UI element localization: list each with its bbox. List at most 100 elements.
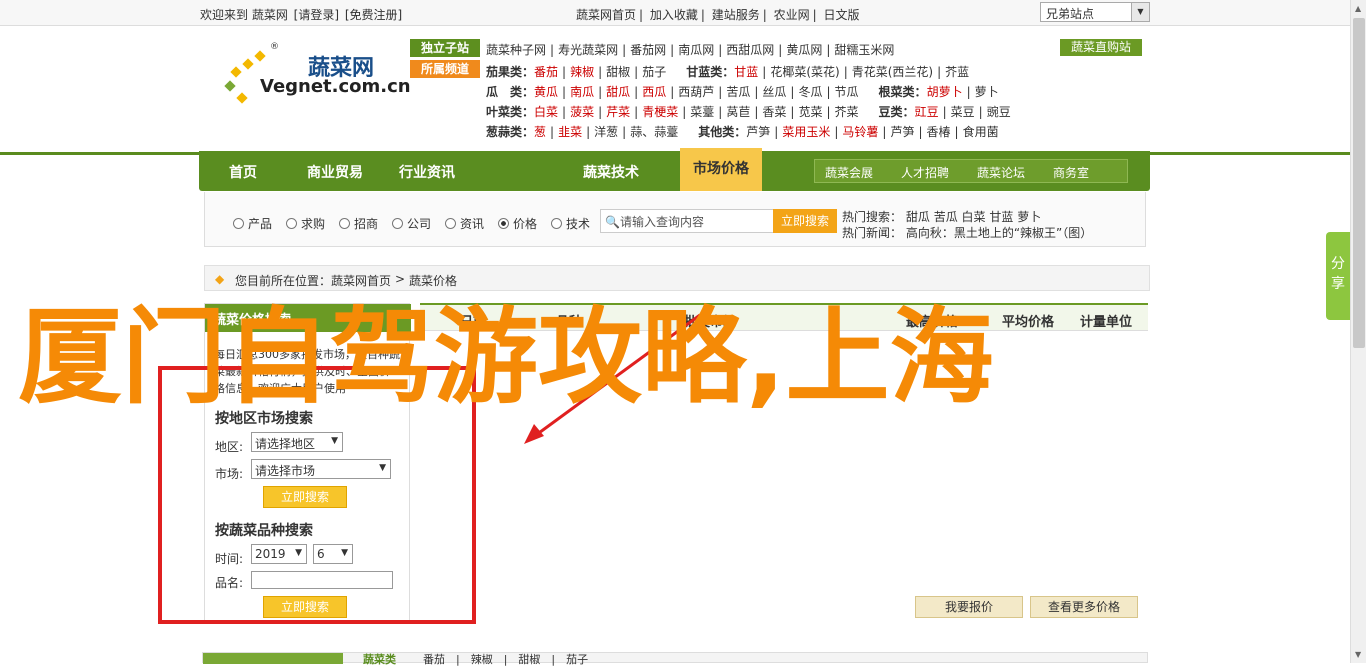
subnav-expo[interactable]: 蔬菜会展: [825, 164, 873, 181]
category-item[interactable]: 丝瓜: [762, 85, 786, 99]
scrollbar-thumb[interactable]: [1353, 18, 1365, 348]
category-item[interactable]: 马铃薯: [842, 125, 878, 139]
category-item[interactable]: 菜薹: [690, 105, 714, 119]
category-item[interactable]: 菠菜: [570, 105, 594, 119]
category-item[interactable]: 青花菜(西兰花): [852, 65, 933, 79]
category-item[interactable]: 豌豆: [987, 105, 1011, 119]
sibling-sites-select[interactable]: 兄弟站点 ▼: [1040, 2, 1150, 22]
share-tab[interactable]: 分享: [1326, 232, 1350, 320]
separator: |: [954, 125, 959, 139]
separator: |: [882, 125, 887, 139]
sub-site-link[interactable]: 寿光蔬菜网: [558, 43, 618, 57]
nav-news[interactable]: 行业资讯: [399, 162, 455, 182]
subnav-jobs[interactable]: 人才招聘: [901, 164, 949, 181]
category-item[interactable]: 莴苣: [726, 105, 750, 119]
search-input[interactable]: 🔍请输入查询内容: [600, 209, 774, 233]
category-item[interactable]: 香菜: [762, 105, 786, 119]
separator: |: [826, 85, 831, 99]
nav-trade[interactable]: 商业贸易: [307, 162, 363, 182]
category-item[interactable]: 南瓜: [570, 85, 594, 99]
search-placeholder: 请输入查询内容: [619, 215, 704, 229]
more-prices-button[interactable]: 查看更多价格: [1030, 596, 1138, 618]
category-item[interactable]: 菜用玉米: [782, 125, 830, 139]
category-item[interactable]: 花椰菜(菜花): [770, 65, 839, 79]
category-item[interactable]: 番茄: [534, 65, 558, 79]
top-link-build[interactable]: 建站服务: [712, 8, 760, 22]
sub-site-link[interactable]: 黄瓜网: [786, 43, 822, 57]
hot-search-item[interactable]: 白菜: [962, 210, 986, 224]
hot-news-link[interactable]: 高向秋：黑土地上的“辣椒王”（图）: [906, 226, 1092, 240]
subnav-office[interactable]: 商务室: [1053, 164, 1089, 181]
category-item[interactable]: 苦瓜: [726, 85, 750, 99]
sub-site-link[interactable]: 番茄网: [630, 43, 666, 57]
radio-tech[interactable]: 技术: [551, 215, 590, 232]
search-button[interactable]: 立即搜索: [773, 209, 837, 233]
category-item[interactable]: 苋菜: [798, 105, 822, 119]
radio-price[interactable]: 价格: [498, 215, 537, 232]
category-item[interactable]: 甜瓜: [606, 85, 630, 99]
tag-channels: 所属频道: [410, 60, 480, 78]
hot-search-item[interactable]: 甘蓝: [989, 210, 1013, 224]
category-label: 其他类：: [698, 125, 747, 139]
direct-buy-button[interactable]: 蔬菜直购站: [1060, 39, 1142, 56]
category-item[interactable]: 萝卜: [975, 85, 999, 99]
sub-site-link[interactable]: 西甜瓜网: [726, 43, 774, 57]
category-item[interactable]: 芦笋: [746, 125, 770, 139]
top-link-agri[interactable]: 农业网: [774, 8, 810, 22]
category-item[interactable]: 香椿: [927, 125, 951, 139]
page-scrollbar[interactable]: ▲ ▼: [1350, 0, 1366, 663]
category-row-alliums: 葱蒜类：葱 | 韭菜 | 洋葱 | 蒜、蒜薹 其他类：芦笋 | 菜用玉米 | 马铃薯 | 芦笋 | 香椿 | 食…: [486, 123, 1003, 140]
category-item[interactable]: 葱: [534, 125, 546, 139]
nav-tech[interactable]: 蔬菜技术: [583, 162, 639, 182]
category-item[interactable]: 芦笋: [890, 125, 914, 139]
top-link-favorite[interactable]: 加入收藏: [650, 8, 698, 22]
sub-site-link[interactable]: 甜糯玉米网: [834, 43, 894, 57]
category-item[interactable]: 芥蓝: [945, 65, 969, 79]
category-item[interactable]: 甜椒: [606, 65, 630, 79]
category-item[interactable]: 茄子: [642, 65, 666, 79]
quote-button[interactable]: 我要报价: [915, 596, 1023, 618]
category-item[interactable]: 甘蓝: [734, 65, 758, 79]
category-item[interactable]: 芥菜: [835, 105, 859, 119]
category-item[interactable]: 西葫芦: [678, 85, 714, 99]
radio-invest[interactable]: 招商: [339, 215, 378, 232]
bottom-bar-items[interactable]: 番茄 | 辣椒 | 甜椒 | 茄子: [423, 651, 588, 667]
category-item[interactable]: 辣椒: [570, 65, 594, 79]
site-logo[interactable]: ® 蔬菜网 Vegnet.com.cn: [212, 38, 411, 120]
hot-search-item[interactable]: 甜瓜: [906, 210, 930, 224]
top-link-home[interactable]: 蔬菜网首页: [576, 8, 636, 22]
category-item[interactable]: 冬瓜: [798, 85, 822, 99]
category-item[interactable]: 胡萝卜: [927, 85, 963, 99]
scroll-up-icon[interactable]: ▲: [1355, 4, 1361, 13]
radio-product[interactable]: 产品: [233, 215, 272, 232]
category-item[interactable]: 食用菌: [963, 125, 999, 139]
subnav-forum[interactable]: 蔬菜论坛: [977, 164, 1025, 181]
category-item[interactable]: 黄瓜: [534, 85, 558, 99]
separator: |: [622, 125, 627, 139]
category-item[interactable]: 节瓜: [835, 85, 859, 99]
category-item[interactable]: 芹菜: [606, 105, 630, 119]
separator: |: [834, 125, 839, 139]
category-item[interactable]: 蒜、蒜薹: [630, 125, 678, 139]
category-item[interactable]: 青梗菜: [642, 105, 678, 119]
radio-purchase[interactable]: 求购: [286, 215, 325, 232]
category-item[interactable]: 洋葱: [594, 125, 618, 139]
nav-home[interactable]: 首页: [229, 162, 257, 182]
login-link[interactable]: [请登录]: [294, 8, 339, 22]
sub-site-link[interactable]: 南瓜网: [678, 43, 714, 57]
category-item[interactable]: 西瓜: [642, 85, 666, 99]
category-item[interactable]: 菜豆: [951, 105, 975, 119]
category-item[interactable]: 白菜: [534, 105, 558, 119]
register-link[interactable]: [免费注册]: [345, 8, 402, 22]
nav-market-price[interactable]: 市场价格: [680, 148, 762, 191]
top-link-japanese[interactable]: 日文版: [824, 8, 860, 22]
sub-site-link[interactable]: 蔬菜种子网: [486, 43, 546, 57]
radio-company[interactable]: 公司: [392, 215, 431, 232]
hot-search-item[interactable]: 苦瓜: [934, 210, 958, 224]
radio-news[interactable]: 资讯: [445, 215, 484, 232]
category-item[interactable]: 韭菜: [558, 125, 582, 139]
hot-search-item[interactable]: 萝卜: [1017, 210, 1041, 224]
category-item[interactable]: 豇豆: [915, 105, 939, 119]
scroll-down-icon[interactable]: ▼: [1355, 650, 1361, 659]
